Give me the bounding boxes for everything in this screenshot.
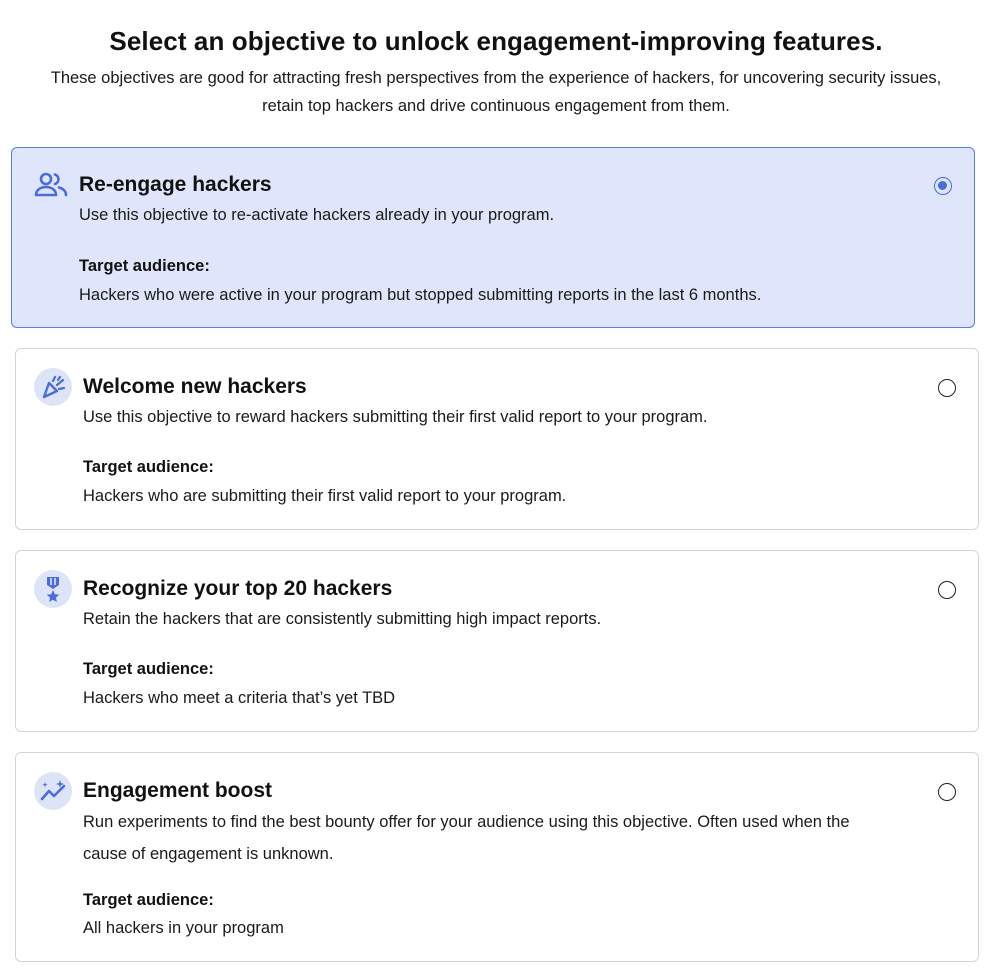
trend-sparkle-icon	[34, 772, 72, 810]
objective-card-re-engage[interactable]: Re-engage hackers Use this objective to …	[11, 147, 975, 328]
objective-radio[interactable]	[938, 581, 956, 599]
objective-radio[interactable]	[938, 379, 956, 397]
target-audience-label: Target audience:	[83, 458, 214, 476]
page-title: Select an objective to unlock engagement…	[109, 26, 883, 56]
users-icon	[32, 166, 70, 204]
medal-icon	[34, 570, 72, 608]
objective-description: Run experiments to find the best bounty …	[83, 813, 850, 863]
target-audience-text: Hackers who were active in your program …	[79, 286, 762, 304]
page-header: Select an objective to unlock engagement…	[0, 24, 992, 120]
target-audience-text: Hackers who meet a criteria that’s yet T…	[83, 689, 396, 707]
objective-card-engagement-boost[interactable]: Engagement boost Run experiments to find…	[15, 752, 979, 962]
objective-title: Recognize your top 20 hackers	[83, 577, 393, 600]
target-audience-text: All hackers in your program	[83, 919, 284, 937]
target-audience-label: Target audience:	[79, 257, 210, 275]
target-audience-label: Target audience:	[83, 891, 214, 909]
objective-card-welcome[interactable]: Welcome new hackers Use this objective t…	[15, 348, 979, 530]
objective-radio[interactable]	[938, 783, 956, 801]
objective-title: Engagement boost	[83, 779, 273, 802]
objective-description: Use this objective to reward hackers sub…	[83, 408, 708, 426]
objective-title: Re-engage hackers	[79, 173, 272, 196]
objective-description: Retain the hackers that are consistently…	[83, 610, 602, 628]
page-subtitle: These objectives are good for attracting…	[50, 69, 942, 115]
target-audience-text: Hackers who are submitting their first v…	[83, 487, 567, 505]
objective-card-recognize-top[interactable]: Recognize your top 20 hackers Retain the…	[15, 550, 979, 732]
objective-radio-selected[interactable]	[934, 177, 952, 195]
objective-description: Use this objective to re-activate hacker…	[79, 206, 555, 224]
party-popper-icon	[34, 368, 72, 406]
target-audience-label: Target audience:	[83, 660, 214, 678]
objective-title: Welcome new hackers	[83, 375, 307, 398]
